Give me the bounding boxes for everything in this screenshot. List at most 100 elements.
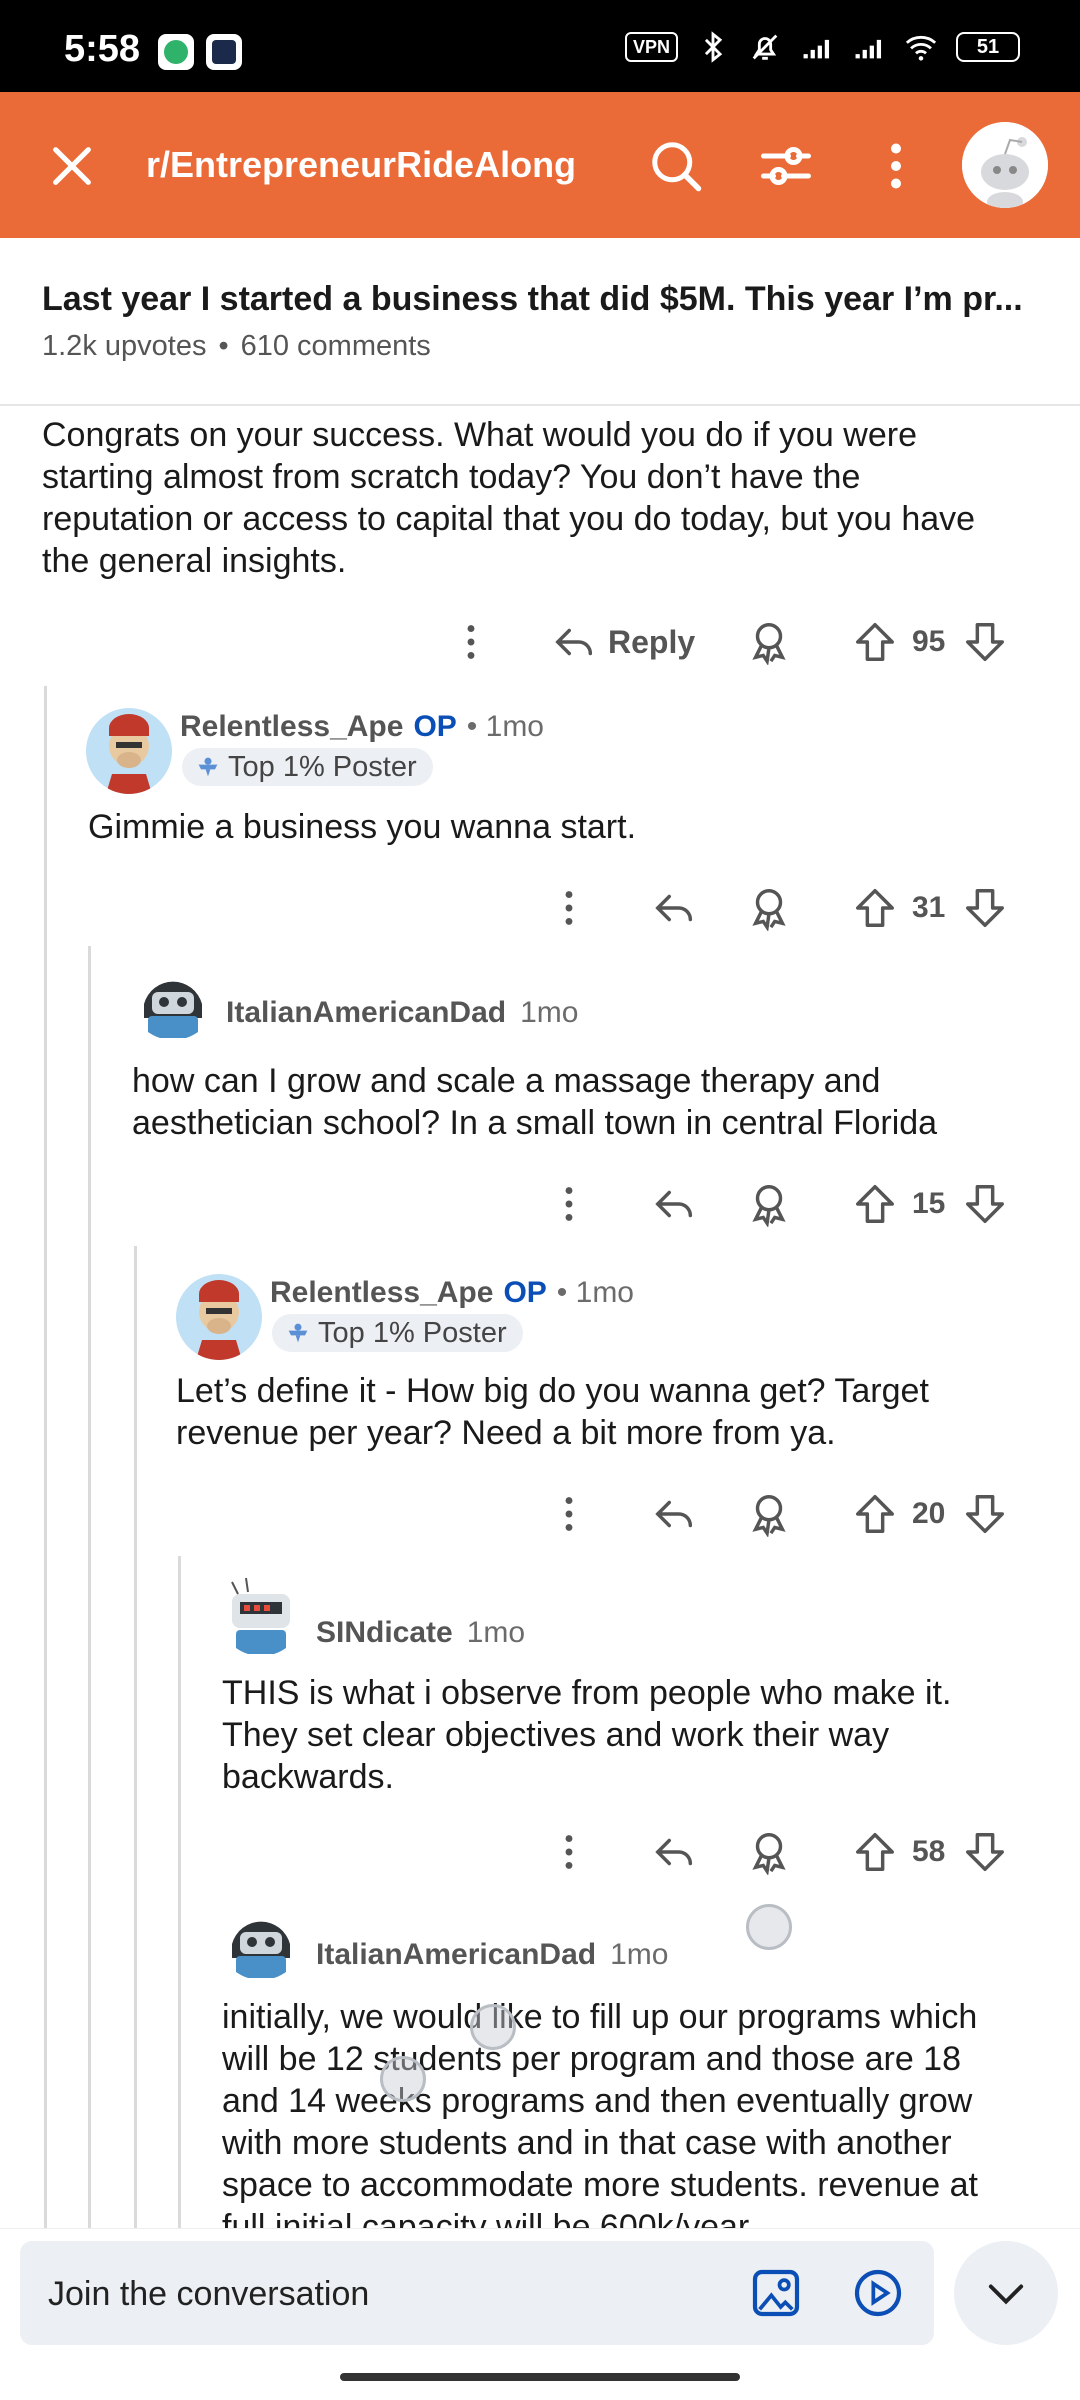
- robot-avatar-icon: [218, 1894, 304, 1980]
- comment-time: 1mo: [466, 1616, 526, 1649]
- post-header[interactable]: Last year I started a business that did …: [0, 238, 1080, 406]
- chevron-down-icon: [988, 2284, 1024, 2305]
- comment-body: how can I grow and scale a massage thera…: [132, 1062, 938, 1142]
- wifi-icon: [905, 35, 937, 61]
- app-bar: r/EntrepreneurRideAlong: [0, 92, 1080, 238]
- touch-indicator: [470, 2004, 516, 2050]
- comment-more-button[interactable]: [546, 1174, 592, 1234]
- comment-more-button[interactable]: [546, 1822, 592, 1882]
- notification-app-icon: [206, 34, 242, 70]
- downvote-button[interactable]: [962, 878, 1008, 938]
- more-vertical-icon: [565, 1497, 573, 1531]
- reply-button[interactable]: [652, 1822, 698, 1882]
- comment-header: ItalianAmericanDad 1mo: [226, 996, 578, 1030]
- award-icon: [752, 623, 786, 665]
- username[interactable]: ItalianAmericanDad: [226, 996, 506, 1030]
- reply-button[interactable]: Reply: [552, 612, 695, 672]
- reply-button[interactable]: [652, 878, 698, 938]
- more-vertical-icon: [565, 1187, 573, 1221]
- username[interactable]: ItalianAmericanDad: [316, 1938, 596, 1972]
- username[interactable]: SINdicate: [316, 1616, 453, 1650]
- vpn-icon: VPN: [624, 32, 678, 62]
- award-button[interactable]: [746, 1484, 792, 1544]
- sort-filter-icon[interactable]: [756, 136, 816, 196]
- downvote-icon: [966, 1185, 1004, 1223]
- user-flair: Top 1% Poster: [182, 748, 433, 786]
- post-title[interactable]: Last year I started a business that did …: [42, 280, 1042, 319]
- comment-composer: Join the conversation: [0, 2228, 1080, 2400]
- upvote-button[interactable]: [852, 1484, 898, 1544]
- subreddit-name[interactable]: r/EntrepreneurRideAlong: [146, 144, 576, 186]
- downvote-icon: [966, 1495, 1004, 1533]
- user-avatar[interactable]: [86, 708, 172, 794]
- comment-time: • 1mo: [556, 1276, 634, 1309]
- more-options-icon[interactable]: [866, 136, 926, 196]
- reply-icon: [655, 1190, 693, 1218]
- award-button[interactable]: [746, 1174, 792, 1234]
- thread-line[interactable]: [88, 946, 91, 2228]
- upvote-icon: [856, 889, 894, 927]
- downvote-button[interactable]: [962, 1484, 1008, 1544]
- op-badge: OP: [413, 710, 457, 743]
- comment-actions: 58: [0, 1822, 1080, 1882]
- downvote-button[interactable]: [962, 1822, 1008, 1882]
- upvote-icon: [856, 1185, 894, 1223]
- comment-body: THIS is what i observe from people who m…: [222, 1674, 952, 1796]
- reply-icon: [655, 1500, 693, 1528]
- username[interactable]: Relentless_Ape: [180, 710, 403, 744]
- comment-more-button[interactable]: [546, 1484, 592, 1544]
- more-vertical-icon: [565, 1835, 573, 1869]
- home-indicator[interactable]: [340, 2373, 740, 2381]
- vote-count: 95: [912, 625, 946, 658]
- composer-placeholder: Join the conversation: [48, 2275, 370, 2313]
- more-vertical-icon: [565, 891, 573, 925]
- downvote-button[interactable]: [962, 612, 1008, 672]
- close-icon[interactable]: [44, 138, 100, 194]
- award-button[interactable]: [746, 878, 792, 938]
- vote-count: 20: [912, 1497, 946, 1530]
- search-icon[interactable]: [646, 136, 706, 196]
- downvote-button[interactable]: [962, 1174, 1008, 1234]
- status-time: 5:58: [64, 28, 141, 70]
- vote-count: 15: [912, 1187, 946, 1220]
- comment-body: initially, we would like to fill up our …: [222, 1998, 978, 2228]
- image-icon[interactable]: [748, 2265, 804, 2321]
- username[interactable]: Relentless_Ape: [270, 1276, 493, 1310]
- award-button[interactable]: [746, 612, 792, 672]
- snoo-avatar-icon: [962, 122, 1048, 208]
- user-avatar[interactable]: [130, 954, 216, 1040]
- post-meta: 1.2k upvotes • 610 comments: [42, 330, 431, 363]
- comment-header: Relentless_Ape OP • 1mo: [270, 1276, 634, 1310]
- gif-play-icon[interactable]: [850, 2265, 906, 2321]
- comment-body: Let’s define it - How big do you wanna g…: [176, 1372, 929, 1452]
- upvote-button[interactable]: [852, 878, 898, 938]
- thread-line[interactable]: [134, 1246, 137, 2228]
- status-bar: 5:58 VPN 51: [0, 0, 1080, 92]
- upvote-icon: [856, 623, 894, 661]
- comment-header: ItalianAmericanDad 1mo: [316, 1938, 668, 1972]
- poster-badge-icon: [288, 1323, 308, 1343]
- join-conversation-input[interactable]: Join the conversation: [20, 2241, 934, 2345]
- signal-icon: [855, 39, 882, 59]
- comment-more-button[interactable]: [546, 878, 592, 938]
- comment-actions: 15: [0, 1174, 1080, 1234]
- comment-time: 1mo: [610, 1938, 669, 1971]
- thread-line[interactable]: [178, 1556, 181, 2228]
- upvote-button[interactable]: [852, 1822, 898, 1882]
- award-icon: [752, 889, 786, 931]
- upvote-button[interactable]: [852, 612, 898, 672]
- user-avatar[interactable]: [962, 122, 1048, 208]
- comment-actions: 31: [0, 878, 1080, 938]
- upvote-button[interactable]: [852, 1174, 898, 1234]
- robot-avatar-icon: [218, 1570, 304, 1656]
- reply-button[interactable]: [652, 1174, 698, 1234]
- reply-button[interactable]: [652, 1484, 698, 1544]
- user-avatar[interactable]: [218, 1570, 304, 1656]
- comment-count: 610 comments: [240, 330, 431, 362]
- user-avatar[interactable]: [176, 1274, 262, 1360]
- reply-icon: [555, 628, 593, 656]
- user-avatar[interactable]: [218, 1894, 304, 1980]
- award-button[interactable]: [746, 1822, 792, 1882]
- collapse-button[interactable]: [954, 2241, 1058, 2345]
- comment-more-button[interactable]: [448, 612, 494, 672]
